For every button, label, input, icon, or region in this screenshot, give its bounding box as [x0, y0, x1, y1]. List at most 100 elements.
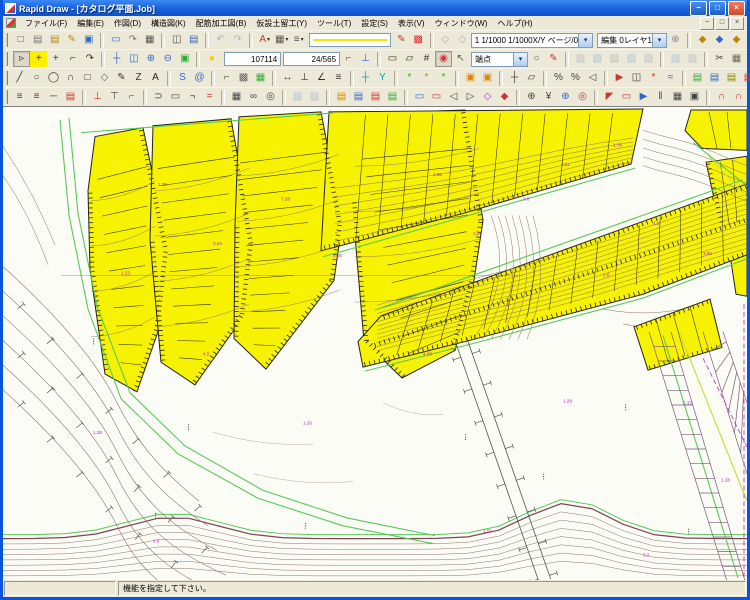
line-type-select-button[interactable]: ≡▾ — [290, 32, 307, 48]
drawing-canvas[interactable]: 1.281.233.647.284.551.551.283.82.111.784… — [3, 106, 747, 580]
pair-bars-button[interactable]: ‖ — [652, 89, 669, 105]
menu-item-0[interactable]: ファイル(F) — [20, 17, 72, 30]
symbol-2-button[interactable]: * — [418, 70, 435, 86]
menu-item-10[interactable]: ヘルプ(H) — [492, 17, 537, 30]
table-red-button[interactable]: ▤ — [740, 70, 750, 86]
reselect-button[interactable]: ⌐ — [64, 51, 81, 67]
open-template-button[interactable]: ▤ — [29, 32, 46, 48]
draw-polygon-button[interactable]: ◇ — [96, 70, 113, 86]
scale-copy-button[interactable]: % — [567, 70, 584, 86]
move-object-button[interactable]: ┼ — [506, 70, 523, 86]
grid-frame-button[interactable]: ▦ — [669, 89, 686, 105]
sheet-rotate-button[interactable]: ↷ — [124, 32, 141, 48]
add-select-button[interactable]: + — [30, 51, 47, 67]
aux-cross-button[interactable]: ┼ — [357, 70, 374, 86]
edit-blue-button[interactable]: ▭ — [411, 89, 428, 105]
tri-right-button[interactable]: ▷ — [462, 89, 479, 105]
table-green-button[interactable]: ▤ — [689, 70, 706, 86]
zoom-in-button[interactable]: ⊕ — [142, 51, 159, 67]
symbol-3-button[interactable]: * — [435, 70, 452, 86]
list-orange-button[interactable]: ▤ — [333, 89, 350, 105]
toolbar-grip[interactable] — [6, 33, 9, 47]
close-button[interactable]: × — [728, 1, 745, 16]
pitch-divide-button[interactable]: # — [418, 51, 435, 67]
angle-lock-button[interactable]: ⌐ — [340, 51, 357, 67]
frame-corner-button[interactable]: ◤ — [601, 89, 618, 105]
pen-settings-button[interactable]: ✎ — [393, 32, 410, 48]
hatch-select-button[interactable]: ▦▾ — [273, 32, 290, 48]
menu-item-9[interactable]: ウィンドウ(W) — [430, 17, 493, 30]
dim-linear-button[interactable]: ↔ — [279, 70, 296, 86]
list-green-button[interactable]: ▤ — [384, 89, 401, 105]
color-palette-button[interactable]: ▩ — [410, 32, 427, 48]
draw-arc-button[interactable]: ∩ — [62, 70, 79, 86]
coord-y-field[interactable]: 24/565 — [283, 52, 340, 66]
list-blue-button[interactable]: ▤ — [350, 89, 367, 105]
paste-button[interactable]: ▤ — [185, 32, 202, 48]
delete-object-button[interactable]: ◫ — [628, 70, 645, 86]
stamp-1-button[interactable]: ▣ — [462, 70, 479, 86]
stirrup-1-button[interactable]: ∩ — [713, 89, 730, 105]
key-tool-2-button[interactable]: ◆ — [711, 32, 728, 48]
target-2-button[interactable]: ¥ — [540, 89, 557, 105]
menu-item-2[interactable]: 作図(D) — [109, 17, 146, 30]
u-bar-button[interactable]: ⊃ — [150, 89, 167, 105]
restore-button[interactable]: □ — [709, 1, 726, 16]
hook-bar-button[interactable]: ⌐ — [123, 89, 140, 105]
print-button[interactable]: ▦ — [141, 32, 158, 48]
chevron-down-icon[interactable]: ▾ — [652, 34, 666, 47]
mdi-minimize-button[interactable]: − — [700, 17, 714, 30]
view-image-button[interactable]: ▣ — [176, 51, 193, 67]
table-olive-button[interactable]: ▤ — [723, 70, 740, 86]
snap-magnet-button[interactable]: ◉ — [435, 51, 452, 67]
snap-mode-combo[interactable]: 端点▾ — [471, 52, 528, 67]
frame-rect-button[interactable]: ▭ — [618, 89, 635, 105]
zoom-extents-button[interactable]: ◫ — [125, 51, 142, 67]
mirror-button[interactable]: ◁ — [584, 70, 601, 86]
dim-angle-button[interactable]: ∠ — [313, 70, 330, 86]
menu-item-5[interactable]: 仮設土留工(Y) — [251, 17, 312, 30]
key-tool-1-button[interactable]: ◆ — [694, 32, 711, 48]
snap-free-button[interactable]: ↖ — [452, 51, 469, 67]
copy-button[interactable]: ◫ — [168, 32, 185, 48]
draw-cloud-button[interactable]: @ — [191, 70, 208, 86]
open-folder-button[interactable]: ▤ — [46, 32, 63, 48]
toolbar-grip[interactable] — [6, 90, 8, 104]
menu-item-7[interactable]: 設定(S) — [356, 17, 393, 30]
diamond-purple-button[interactable]: ◇ — [479, 89, 496, 105]
pile-section-button[interactable]: ▦ — [228, 89, 245, 105]
cut-tool-button[interactable]: ✂ — [711, 51, 728, 67]
diamond-red-button[interactable]: ◆ — [496, 89, 513, 105]
symbol-1-button[interactable]: * — [401, 70, 418, 86]
pile-circle-button[interactable]: ◎ — [262, 89, 279, 105]
box-frame-button[interactable]: ▣ — [686, 89, 703, 105]
menu-item-6[interactable]: ツール(T) — [312, 17, 356, 30]
edit-red-button[interactable]: ▭ — [428, 89, 445, 105]
bend-bar-2-button[interactable]: = — [201, 89, 218, 105]
save-button[interactable]: ▣ — [80, 32, 97, 48]
anchor-bar-button[interactable]: ⊥ — [89, 89, 106, 105]
t-head-bar-button[interactable]: ⊤ — [106, 89, 123, 105]
minimize-button[interactable]: − — [690, 1, 707, 16]
draw-circle-button[interactable]: ○ — [28, 70, 45, 86]
zoom-out-button[interactable]: ⊖ — [159, 51, 176, 67]
explode-button[interactable]: * — [645, 70, 662, 86]
snap-edit-button[interactable]: ✎ — [545, 51, 562, 67]
polygon-zoom-button[interactable]: ▱ — [401, 51, 418, 67]
document-icon[interactable] — [6, 18, 16, 28]
toolbar-grip[interactable] — [6, 52, 10, 66]
chevron-down-icon[interactable]: ▾ — [513, 53, 527, 66]
color-select-button[interactable]: A▾ — [256, 32, 273, 48]
toolbar-grip[interactable] — [6, 71, 8, 85]
scale-percent-button[interactable]: % — [550, 70, 567, 86]
aux-branch-button[interactable]: Y — [374, 70, 391, 86]
rebar-line-1-button[interactable]: ≡ — [11, 89, 28, 105]
draw-spline-button[interactable]: S — [174, 70, 191, 86]
rebar-line-2-button[interactable]: ≡ — [28, 89, 45, 105]
draw-polyline-button[interactable]: Z — [130, 70, 147, 86]
box-select-button[interactable]: + — [47, 51, 64, 67]
dim-level-button[interactable]: ≡ — [330, 70, 347, 86]
flag-blue-button[interactable]: ▶ — [635, 89, 652, 105]
draw-rect-button[interactable]: □ — [79, 70, 96, 86]
target-1-button[interactable]: ⊕ — [523, 89, 540, 105]
